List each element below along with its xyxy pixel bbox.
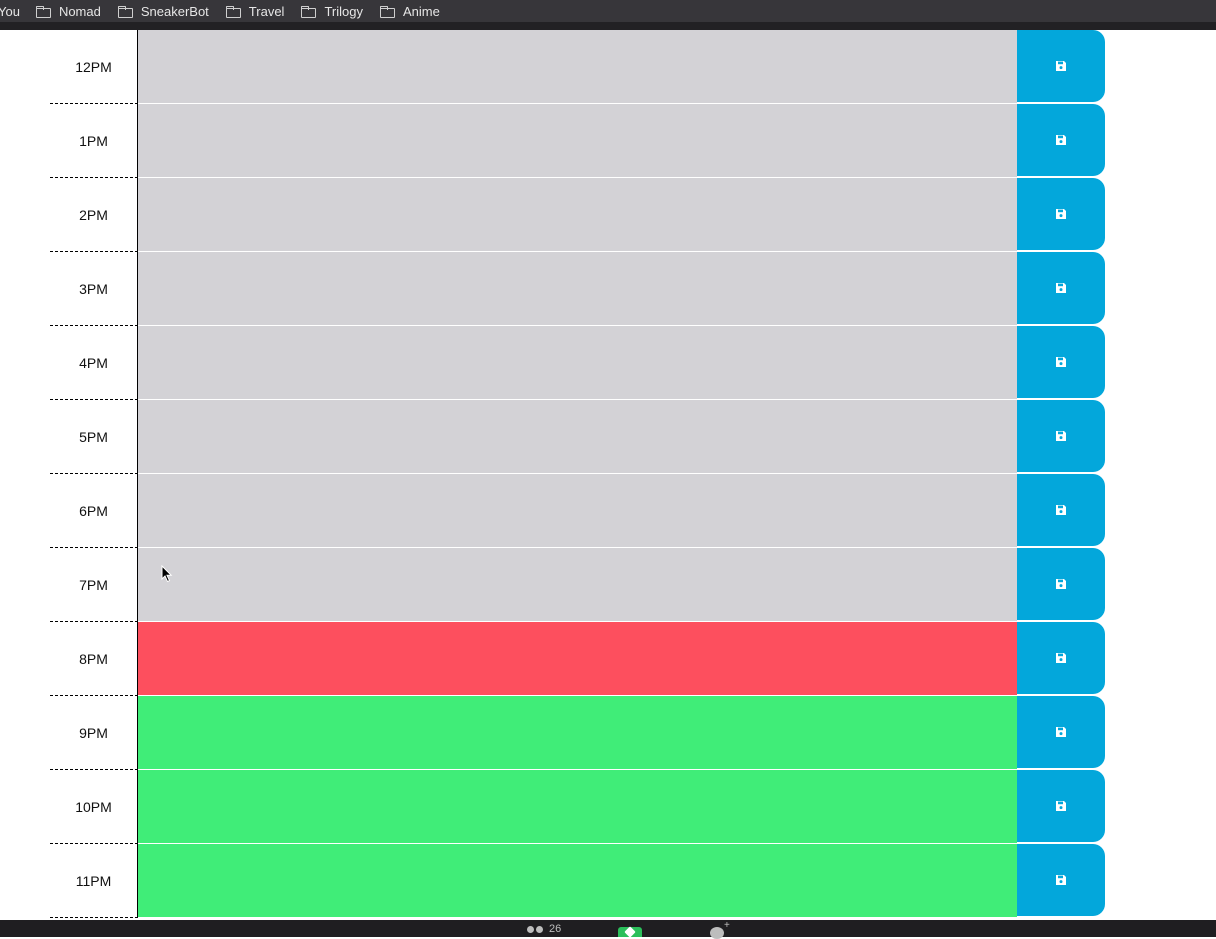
task-description-input[interactable] bbox=[138, 696, 1017, 770]
hour-label: 12PM bbox=[50, 30, 138, 104]
floppy-disk-icon bbox=[1055, 356, 1067, 368]
hour-label: 4PM bbox=[50, 326, 138, 400]
task-description-input[interactable] bbox=[138, 622, 1017, 696]
time-block-row: 6PM bbox=[0, 474, 1216, 548]
add-reaction-icon: + bbox=[724, 920, 730, 931]
bookmark-sneakerbot[interactable]: SneakerBot bbox=[117, 3, 209, 19]
hour-label: 9PM bbox=[50, 696, 138, 770]
bookmark-label: SneakerBot bbox=[140, 3, 209, 19]
meeting-controls-bar: 26 + bbox=[0, 920, 1216, 939]
save-button[interactable] bbox=[1017, 400, 1105, 472]
time-block-row: 1PM bbox=[0, 104, 1216, 178]
bookmark-nomad[interactable]: Nomad bbox=[35, 3, 101, 19]
bookmarks-bar: You Nomad SneakerBot Travel Trilogy Anim… bbox=[0, 0, 1216, 22]
hour-label: 8PM bbox=[50, 622, 138, 696]
save-button[interactable] bbox=[1017, 104, 1105, 176]
floppy-disk-icon bbox=[1055, 134, 1067, 146]
bookmark-label: Nomad bbox=[58, 3, 101, 19]
task-description-input[interactable] bbox=[138, 326, 1017, 400]
time-block-row: 3PM bbox=[0, 252, 1216, 326]
hour-label: 10PM bbox=[50, 770, 138, 844]
folder-icon bbox=[225, 5, 241, 18]
floppy-disk-icon bbox=[1055, 430, 1067, 442]
time-block-row: 11PM bbox=[0, 844, 1216, 918]
task-description-input[interactable] bbox=[138, 770, 1017, 844]
save-button[interactable] bbox=[1017, 474, 1105, 546]
hour-label: 2PM bbox=[50, 178, 138, 252]
save-button[interactable] bbox=[1017, 844, 1105, 916]
floppy-disk-icon bbox=[1055, 800, 1067, 812]
floppy-disk-icon bbox=[1055, 208, 1067, 220]
floppy-disk-icon bbox=[1055, 652, 1067, 664]
bookmark-you[interactable]: You bbox=[0, 4, 20, 19]
hour-label: 3PM bbox=[50, 252, 138, 326]
task-description-input[interactable] bbox=[138, 104, 1017, 178]
task-description-input[interactable] bbox=[138, 400, 1017, 474]
floppy-disk-icon bbox=[1055, 282, 1067, 294]
time-block-row: 10PM bbox=[0, 770, 1216, 844]
participants-count: 26 bbox=[549, 923, 562, 935]
task-description-input[interactable] bbox=[138, 844, 1017, 918]
save-button[interactable] bbox=[1017, 548, 1105, 620]
reaction-icon[interactable] bbox=[710, 927, 724, 939]
participants-icon bbox=[527, 925, 534, 933]
folder-icon bbox=[117, 5, 133, 18]
floppy-disk-icon bbox=[1055, 874, 1067, 886]
hour-label: 6PM bbox=[50, 474, 138, 548]
floppy-disk-icon bbox=[1055, 578, 1067, 590]
time-block-row: 2PM bbox=[0, 178, 1216, 252]
hour-label: 7PM bbox=[50, 548, 138, 622]
time-block-row: 4PM bbox=[0, 326, 1216, 400]
floppy-disk-icon bbox=[1055, 726, 1067, 738]
bookmark-travel[interactable]: Travel bbox=[225, 3, 285, 19]
floppy-disk-icon bbox=[1055, 60, 1067, 72]
bookmark-anime[interactable]: Anime bbox=[379, 3, 440, 19]
save-button[interactable] bbox=[1017, 622, 1105, 694]
task-description-input[interactable] bbox=[138, 548, 1017, 622]
save-button[interactable] bbox=[1017, 696, 1105, 768]
save-button[interactable] bbox=[1017, 178, 1105, 250]
bookmark-label: You bbox=[0, 3, 20, 19]
task-description-input[interactable] bbox=[138, 252, 1017, 326]
time-block-row: 8PM bbox=[0, 622, 1216, 696]
folder-icon bbox=[35, 5, 51, 18]
hour-label: 5PM bbox=[50, 400, 138, 474]
folder-icon bbox=[301, 5, 317, 18]
participants-button[interactable]: 26 bbox=[527, 923, 561, 935]
save-button[interactable] bbox=[1017, 326, 1105, 398]
hour-label: 11PM bbox=[50, 844, 138, 918]
bookmark-label: Anime bbox=[402, 3, 440, 19]
floppy-disk-icon bbox=[1055, 504, 1067, 516]
bookmark-label: Trilogy bbox=[324, 3, 363, 19]
task-description-input[interactable] bbox=[138, 178, 1017, 252]
mouse-cursor-icon bbox=[161, 565, 173, 583]
time-block-row: 5PM bbox=[0, 400, 1216, 474]
toolbar-separator bbox=[0, 22, 1216, 30]
bookmark-label: Travel bbox=[248, 3, 285, 19]
time-block-row: 12PM bbox=[0, 30, 1216, 104]
save-button[interactable] bbox=[1017, 252, 1105, 324]
time-block-row: 7PM bbox=[0, 548, 1216, 622]
time-block-row: 9PM bbox=[0, 696, 1216, 770]
folder-icon bbox=[379, 5, 395, 18]
share-screen-icon[interactable] bbox=[618, 927, 642, 937]
day-scheduler: 11AM12PM1PM2PM3PM4PM5PM6PM7PM8PM9PM10PM1… bbox=[0, 0, 1216, 918]
task-description-input[interactable] bbox=[138, 30, 1017, 104]
task-description-input[interactable] bbox=[138, 474, 1017, 548]
save-button[interactable] bbox=[1017, 30, 1105, 102]
hour-label: 1PM bbox=[50, 104, 138, 178]
bookmark-trilogy[interactable]: Trilogy bbox=[301, 4, 363, 19]
save-button[interactable] bbox=[1017, 770, 1105, 842]
participants-icon bbox=[536, 925, 543, 933]
